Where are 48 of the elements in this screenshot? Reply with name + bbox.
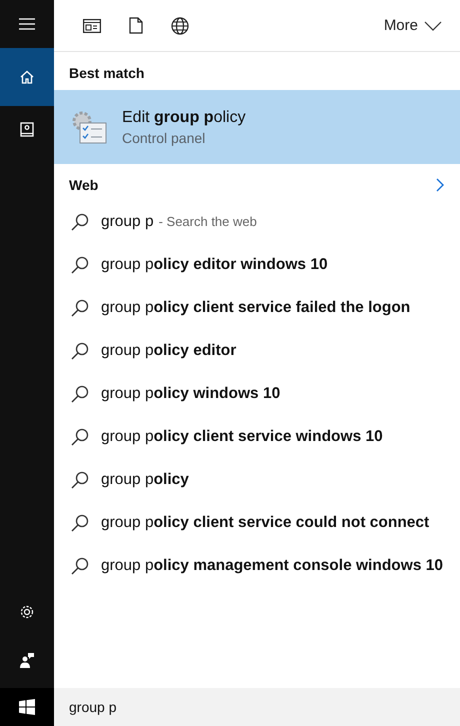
search-icon — [71, 471, 89, 489]
suggestion-text: group policy windows 10 — [101, 384, 280, 404]
globe-icon — [171, 16, 189, 34]
settings-icon — [19, 604, 35, 620]
home-icon — [19, 69, 35, 85]
search-suggestion[interactable]: group policy — [54, 459, 460, 502]
search-icon — [71, 342, 89, 360]
suggestion-text: group policy management console windows 10 — [101, 556, 443, 576]
query-text: group p — [101, 212, 154, 232]
person-speech-icon — [19, 652, 35, 668]
suggestion-text: group policy editor windows 10 — [101, 255, 328, 275]
search-web-hint: - Search the web — [158, 213, 257, 231]
search-suggestion[interactable]: group policy management console windows 10 — [54, 545, 460, 588]
search-suggestion[interactable]: group policy editor — [54, 330, 460, 373]
search-suggestion[interactable]: group policy client service failed the logon — [54, 287, 460, 330]
search-icon — [71, 256, 89, 274]
policy-settings-icon — [70, 109, 108, 145]
app-window-icon — [83, 18, 101, 32]
search-icon — [71, 557, 89, 575]
search-icon — [71, 514, 89, 532]
result-title: Edit group policy — [122, 108, 246, 126]
search-icon — [71, 213, 89, 231]
search-suggestion[interactable]: group p - Search the web — [54, 201, 460, 244]
search-field[interactable]: group p — [54, 688, 460, 726]
chevron-down-icon — [424, 20, 442, 30]
search-icon — [71, 428, 89, 446]
more-button[interactable]: More — [378, 16, 448, 35]
section-heading: Web — [69, 177, 98, 193]
search-icon — [71, 299, 89, 317]
search-suggestion[interactable]: group policy client service could not connect — [54, 502, 460, 545]
start-button[interactable] — [0, 688, 54, 726]
search-icon — [71, 385, 89, 403]
suggestion-text: group policy client service failed the logon — [101, 298, 410, 318]
notebook-icon — [20, 122, 34, 138]
search-suggestion[interactable]: group policy editor windows 10 — [54, 244, 460, 287]
chevron-right-icon[interactable] — [436, 178, 444, 192]
search-suggestion[interactable]: group policy client service windows 10 — [54, 416, 460, 459]
section-heading: Best match — [68, 64, 146, 83]
result-subtitle: Control panel — [122, 130, 206, 146]
suggestion-text: group policy client service windows 10 — [101, 427, 383, 447]
search-suggestion[interactable]: group policy windows 10 — [54, 373, 460, 416]
suggestion-text: group policy — [101, 470, 189, 490]
suggestion-text: group policy editor — [101, 341, 236, 361]
menu-icon — [19, 18, 35, 30]
document-icon — [129, 17, 143, 34]
suggestion-text: group policy client service could not connect — [101, 513, 430, 533]
windows-logo-icon — [19, 699, 35, 715]
best-match-result[interactable]: Edit group policy Control panel — [54, 90, 460, 164]
